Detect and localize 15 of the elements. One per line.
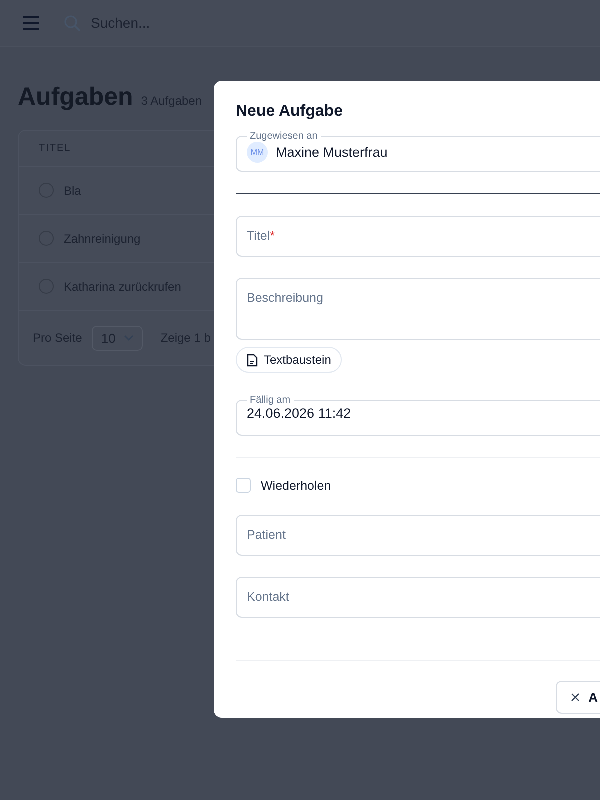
cancel-button[interactable]: A bbox=[556, 681, 600, 714]
input-field[interactable]: Patient bbox=[236, 515, 600, 556]
input-field[interactable]: Titel* bbox=[236, 216, 600, 257]
input-field[interactable]: Beschreibung bbox=[236, 278, 600, 340]
dialog-title: Neue Aufgabe bbox=[236, 103, 344, 121]
close-icon bbox=[570, 693, 580, 702]
assignee-field[interactable]: Zugewiesen an MM Maxine Musterfrau bbox=[236, 131, 600, 172]
input-field[interactable]: Kontakt bbox=[236, 577, 600, 618]
avatar-initials: MM bbox=[247, 142, 268, 163]
text-template-button[interactable]: Textbaustein bbox=[236, 347, 342, 373]
menu-icon[interactable] bbox=[22, 16, 40, 30]
checkbox-label: Wiederholen bbox=[261, 478, 332, 492]
checkbox[interactable] bbox=[236, 478, 251, 493]
document-icon bbox=[247, 354, 258, 366]
date-field[interactable]: Fällig am 24.06.2026 11:42 bbox=[236, 395, 600, 436]
